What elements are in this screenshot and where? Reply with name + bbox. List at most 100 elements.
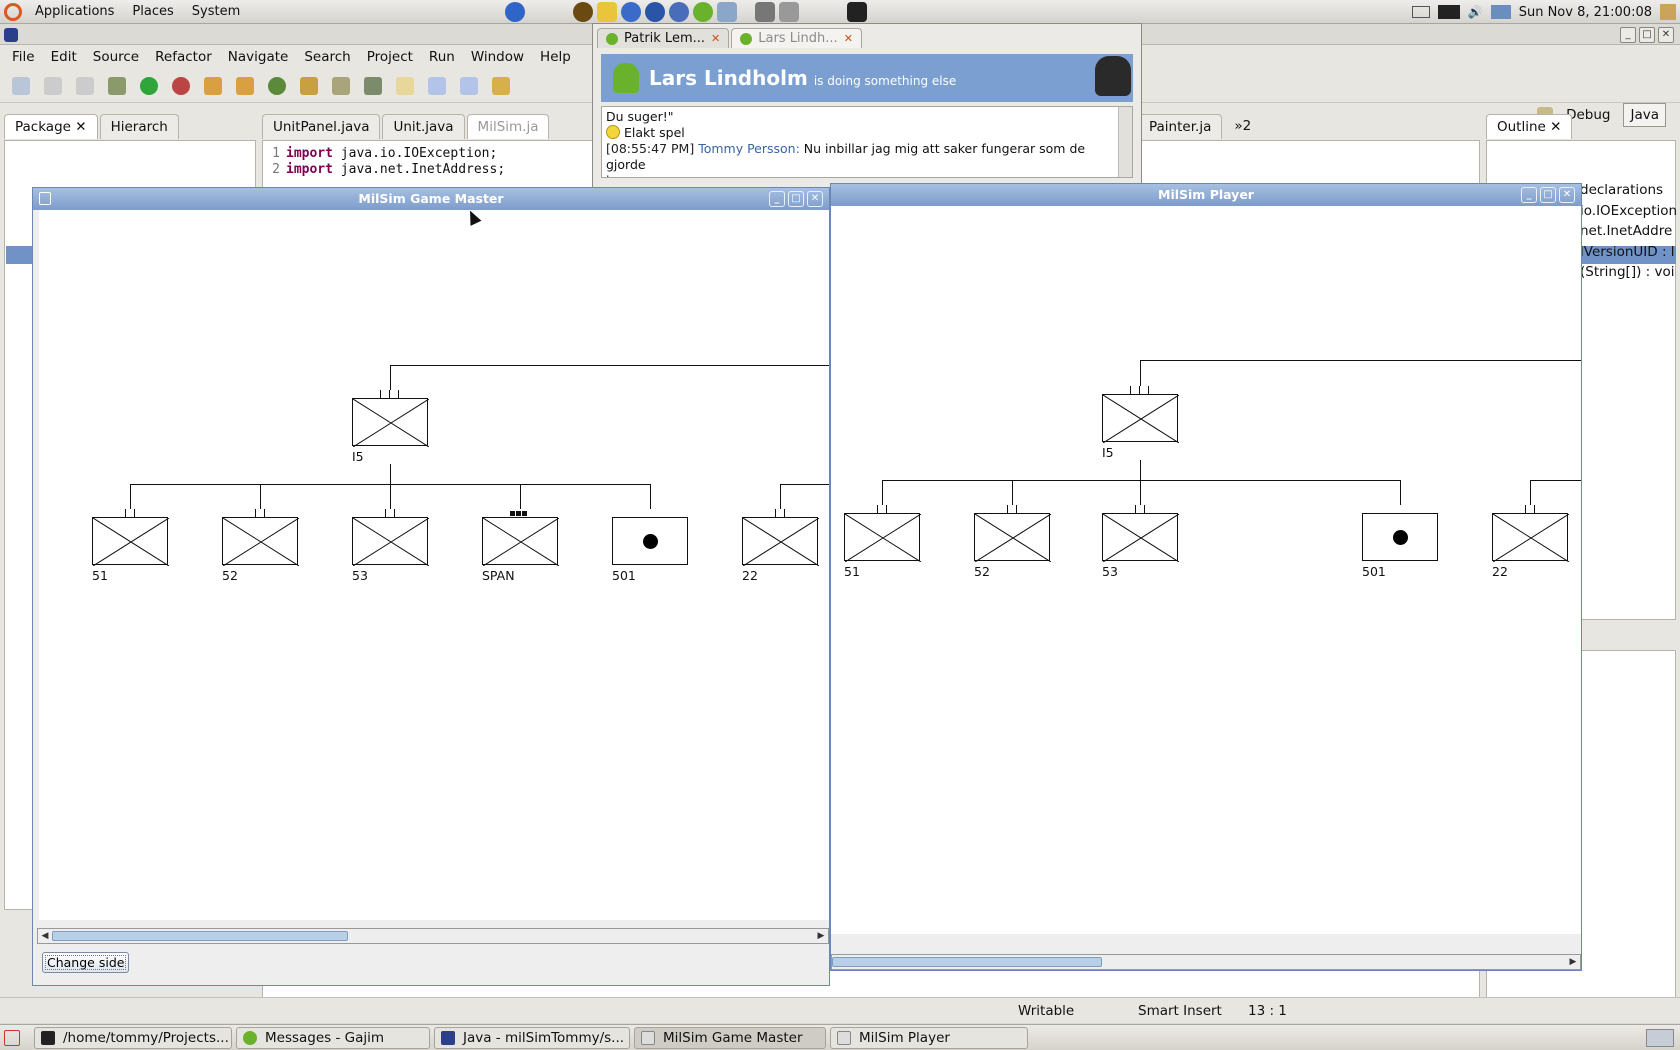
chat-log[interactable]: Du suger!" Elakt spel [08:55:47 PM] Tomm… xyxy=(601,106,1133,178)
close-icon[interactable]: ✕ xyxy=(1559,187,1575,203)
open-type-icon[interactable] xyxy=(300,76,318,95)
show-whitespace-icon[interactable] xyxy=(460,76,478,95)
new-package-icon[interactable] xyxy=(204,76,222,95)
unit-symbol-infantry[interactable] xyxy=(352,398,429,447)
new-class-icon[interactable] xyxy=(236,76,254,95)
unit-symbol-artillery[interactable] xyxy=(1362,513,1438,561)
places-menu[interactable]: Places xyxy=(123,4,182,19)
unit-symbol-infantry[interactable] xyxy=(92,517,169,566)
clock[interactable]: Sun Nov 8, 21:00:08 xyxy=(1519,5,1652,20)
new-icon[interactable] xyxy=(12,76,30,95)
chat-tab-patrik[interactable]: Patrik Lem... ✕ xyxy=(597,28,730,48)
debug-run-icon[interactable] xyxy=(108,76,126,95)
minimize-icon[interactable]: _ xyxy=(769,191,785,207)
unit-symbol-infantry[interactable] xyxy=(1102,513,1179,562)
system-menu[interactable]: System xyxy=(183,4,249,19)
close-tab-icon[interactable]: ✕ xyxy=(844,32,853,45)
taskbar-terminal[interactable]: /home/tommy/Projects... xyxy=(34,1027,232,1049)
outline-item[interactable]: lVersionUID : l xyxy=(1580,242,1677,263)
menu-project[interactable]: Project xyxy=(359,49,421,65)
mark-occurrences-icon[interactable] xyxy=(396,76,414,95)
menu-navigate[interactable]: Navigate xyxy=(220,49,297,65)
external-tools-icon[interactable] xyxy=(172,76,190,95)
menu-refactor[interactable]: Refactor xyxy=(147,49,220,65)
show-desktop-icon[interactable] xyxy=(4,1030,20,1046)
tools-icon[interactable] xyxy=(779,2,799,22)
taskbar-player[interactable]: MilSim Player xyxy=(830,1027,1028,1049)
applications-menu[interactable]: Applications xyxy=(26,4,123,19)
maximize-icon[interactable]: □ xyxy=(788,191,804,207)
package-selection[interactable] xyxy=(6,246,32,264)
settings-icon[interactable] xyxy=(755,2,775,22)
minimize-icon[interactable]: _ xyxy=(1521,187,1537,203)
menu-window[interactable]: Window xyxy=(463,49,532,65)
save-icon[interactable] xyxy=(44,76,62,95)
player-hscrollbar[interactable]: ▶ xyxy=(831,954,1581,970)
print-icon[interactable] xyxy=(76,76,94,95)
workspace-switcher[interactable] xyxy=(1646,1029,1674,1047)
tab-milsim[interactable]: MilSim.ja xyxy=(466,113,550,139)
app-launcher-icon[interactable] xyxy=(669,2,689,22)
tab-painter[interactable]: Painter.ja xyxy=(1138,113,1223,139)
outline-item[interactable]: io.IOException xyxy=(1580,201,1677,222)
scroll-right-icon[interactable]: ▶ xyxy=(814,929,828,943)
eclipse-launcher-icon[interactable] xyxy=(645,2,665,22)
gajim-launcher-icon[interactable] xyxy=(693,2,713,22)
player-scroll-thumb[interactable] xyxy=(832,957,1102,967)
run-icon[interactable] xyxy=(140,76,158,95)
tab-overflow[interactable]: »2 xyxy=(1224,114,1261,138)
unit-symbol-infantry[interactable] xyxy=(1102,394,1179,443)
volume-icon[interactable]: 🔊 xyxy=(1468,5,1483,19)
scroll-left-icon[interactable]: ◀ xyxy=(38,929,52,943)
power-icon[interactable] xyxy=(1660,4,1676,20)
search-icon[interactable] xyxy=(332,76,350,95)
tab-unit[interactable]: Unit.java xyxy=(382,113,465,139)
chat-scrollbar[interactable] xyxy=(1118,107,1132,177)
unit-symbol-infantry[interactable] xyxy=(1492,513,1569,562)
unit-symbol-infantry[interactable] xyxy=(482,517,559,566)
block-selection-icon[interactable] xyxy=(428,76,446,95)
game-master-canvas[interactable]: I5 51 52 53 SPAN 501 22 xyxy=(39,210,829,920)
new-interface-icon[interactable] xyxy=(268,76,286,95)
unit-symbol-infantry[interactable] xyxy=(844,513,921,562)
outline-item[interactable]: (String[]) : voi xyxy=(1580,262,1677,283)
tab-outline[interactable]: Outline ✕ xyxy=(1486,113,1573,139)
close-tab-icon[interactable]: ✕ xyxy=(711,32,720,45)
wow-icon[interactable] xyxy=(573,2,593,22)
game-master-scroll-thumb[interactable] xyxy=(52,931,348,941)
menu-source[interactable]: Source xyxy=(85,49,147,65)
player-canvas[interactable]: I5 51 52 53 501 22 xyxy=(831,206,1581,934)
unit-symbol-infantry[interactable] xyxy=(352,517,429,566)
menu-search[interactable]: Search xyxy=(296,49,358,65)
menu-run[interactable]: Run xyxy=(421,49,463,65)
code-editor[interactable]: 1 import java.io.IOException; 2 import jav… xyxy=(262,146,505,177)
menu-file[interactable]: File xyxy=(4,49,43,65)
menu-edit[interactable]: Edit xyxy=(43,49,85,65)
taskbar-eclipse[interactable]: Java - milSimTommy/s... xyxy=(434,1027,630,1049)
chat-tab-lars[interactable]: Lars Lindh... ✕ xyxy=(731,28,862,48)
maximize-icon[interactable]: □ xyxy=(1639,27,1655,43)
unit-symbol-infantry[interactable] xyxy=(222,517,299,566)
minimize-icon[interactable]: _ xyxy=(1620,27,1636,43)
network-status-icon[interactable] xyxy=(1437,5,1460,19)
outline-item[interactable]: declarations xyxy=(1580,180,1677,201)
notes-icon[interactable] xyxy=(597,2,617,22)
taskbar-game-master[interactable]: MilSim Game Master xyxy=(634,1027,826,1049)
outline-item[interactable]: net.InetAddre xyxy=(1580,221,1677,242)
terminal-icon[interactable] xyxy=(847,2,867,22)
change-side-button[interactable]: Change side xyxy=(42,952,130,973)
tab-package-explorer[interactable]: Package ✕ xyxy=(4,113,98,139)
unit-symbol-infantry[interactable] xyxy=(742,517,819,566)
mail-icon[interactable] xyxy=(1411,6,1430,18)
annotation-icon[interactable] xyxy=(364,76,382,95)
next-annotation-icon[interactable] xyxy=(492,76,510,95)
java-perspective[interactable]: Java xyxy=(1623,103,1666,127)
ubuntu-logo-icon[interactable] xyxy=(4,2,22,21)
unit-symbol-artillery[interactable] xyxy=(612,517,688,565)
unit-symbol-infantry[interactable] xyxy=(974,513,1051,562)
browser-icon[interactable] xyxy=(621,2,641,22)
tab-hierarchy[interactable]: Hierarch xyxy=(99,113,179,139)
launcher-icon[interactable] xyxy=(505,2,525,22)
scroll-right-icon[interactable]: ▶ xyxy=(1566,955,1580,969)
tab-unitpanel[interactable]: UnitPanel.java xyxy=(262,113,381,139)
